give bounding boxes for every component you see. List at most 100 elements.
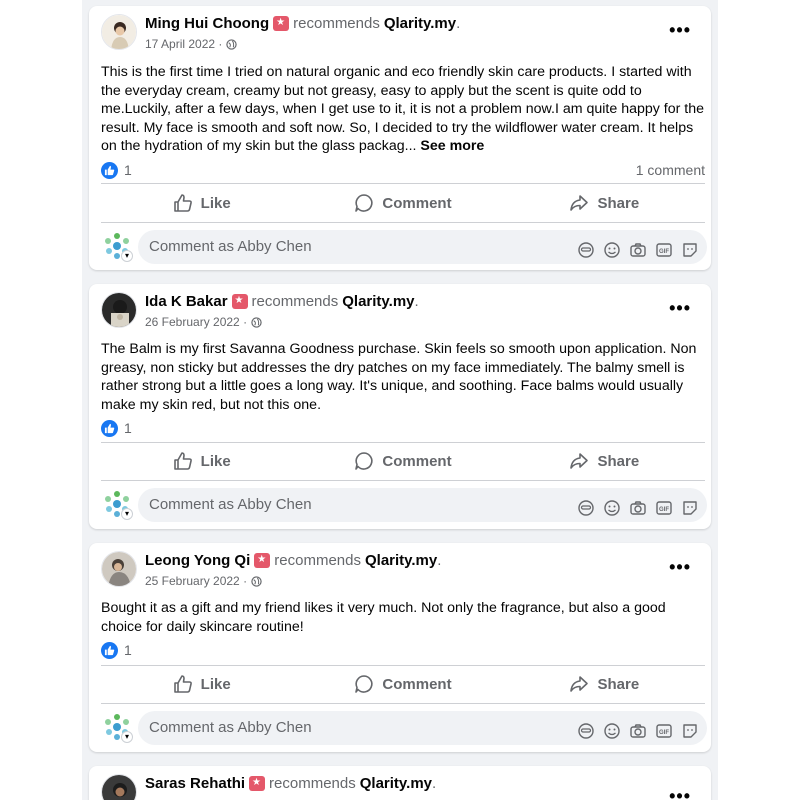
gif-icon[interactable]: GIF bbox=[655, 719, 673, 738]
post-text-content: This is the first time I tried on natura… bbox=[101, 64, 705, 154]
recommends-text: recommends bbox=[269, 775, 356, 792]
post-stats: 1 bbox=[101, 418, 705, 438]
comment-input[interactable]: Comment as Abby Chen GIF bbox=[138, 711, 707, 745]
comment-tools: GIF bbox=[577, 719, 699, 739]
post-date[interactable]: 26 February 2022 bbox=[145, 315, 240, 329]
avatar-sticker-icon[interactable] bbox=[577, 496, 595, 516]
avatar-sticker-icon[interactable] bbox=[577, 719, 595, 739]
divider bbox=[101, 480, 705, 481]
more-options-icon[interactable]: ••• bbox=[669, 20, 691, 41]
comment-tools: GIF bbox=[577, 496, 699, 516]
gif-icon[interactable]: GIF bbox=[655, 496, 673, 515]
post-header: Leong Yong Qi recommends Qlarity.my. 25 … bbox=[101, 551, 691, 593]
page-name[interactable]: Qlarity.my bbox=[360, 775, 432, 792]
camera-icon[interactable] bbox=[629, 719, 647, 738]
comment-icon bbox=[355, 194, 373, 212]
recommend-icon bbox=[231, 294, 248, 309]
like-button[interactable]: Like bbox=[101, 186, 302, 220]
more-options-icon[interactable]: ••• bbox=[669, 557, 691, 578]
recommends-text: recommends bbox=[274, 552, 361, 569]
like-reaction-icon bbox=[101, 161, 118, 179]
share-button[interactable]: Share bbox=[504, 444, 705, 478]
post-stats: 1 bbox=[101, 640, 705, 660]
emoji-icon[interactable] bbox=[603, 496, 621, 516]
gif-icon[interactable]: GIF bbox=[655, 238, 673, 257]
like-button[interactable]: Like bbox=[101, 667, 302, 701]
post-date[interactable]: 17 April 2022 bbox=[145, 37, 215, 51]
comment-icon bbox=[355, 452, 373, 470]
see-more-link[interactable]: See more bbox=[420, 138, 484, 154]
post-header: Ming Hui Choong recommends Qlarity.my. 1… bbox=[101, 14, 691, 56]
post-header: Saras Rehathi recommends Qlarity.my. ••• bbox=[101, 774, 691, 800]
author-name[interactable]: Leong Yong Qi bbox=[145, 552, 250, 569]
recommends-text: recommends bbox=[293, 15, 380, 32]
reaction-count[interactable]: 1 bbox=[101, 161, 132, 179]
sticker-icon[interactable] bbox=[681, 719, 699, 738]
author-line: Ming Hui Choong recommends Qlarity.my. bbox=[145, 15, 460, 32]
like-reaction-icon bbox=[101, 641, 118, 659]
divider bbox=[101, 183, 705, 184]
post-text: This is the first time I tried on natura… bbox=[101, 63, 707, 156]
page-name[interactable]: Qlarity.my bbox=[384, 15, 456, 32]
like-button[interactable]: Like bbox=[101, 444, 302, 478]
comment-label: Comment bbox=[382, 452, 452, 470]
share-button[interactable]: Share bbox=[504, 186, 705, 220]
comment-label: Comment bbox=[382, 194, 452, 212]
author-name[interactable]: Ming Hui Choong bbox=[145, 15, 269, 32]
globe-icon bbox=[251, 316, 262, 328]
more-options-icon[interactable]: ••• bbox=[669, 298, 691, 319]
divider bbox=[101, 222, 705, 223]
share-label: Share bbox=[597, 452, 640, 470]
globe-icon bbox=[226, 38, 238, 50]
comment-input[interactable]: Comment as Abby Chen GIF bbox=[138, 488, 707, 522]
sticker-icon[interactable] bbox=[681, 496, 699, 515]
post-text: Bought it as a gift and my friend likes … bbox=[101, 599, 707, 636]
reaction-count[interactable]: 1 bbox=[101, 419, 132, 437]
page-name[interactable]: Qlarity.my bbox=[365, 552, 437, 569]
author-name[interactable]: Ida K Bakar bbox=[145, 293, 228, 310]
svg-text:GIF: GIF bbox=[659, 730, 669, 736]
reaction-count[interactable]: 1 bbox=[101, 641, 132, 659]
post-card: Saras Rehathi recommends Qlarity.my. ••• bbox=[89, 766, 711, 800]
chevron-down-icon[interactable]: ▾ bbox=[121, 250, 133, 262]
like-count: 1 bbox=[124, 162, 132, 178]
post-actions: Like Comment Share bbox=[101, 444, 705, 478]
post-actions: Like Comment Share bbox=[101, 667, 705, 701]
comment-button[interactable]: Comment bbox=[302, 444, 503, 478]
camera-icon[interactable] bbox=[629, 496, 647, 515]
author-avatar[interactable] bbox=[101, 14, 137, 50]
author-avatar[interactable] bbox=[101, 774, 137, 800]
more-options-icon[interactable]: ••• bbox=[669, 786, 691, 800]
post-date[interactable]: 25 February 2022 bbox=[145, 574, 240, 588]
comment-count[interactable]: 1 comment bbox=[636, 162, 705, 178]
comment-button[interactable]: Comment bbox=[302, 667, 503, 701]
chevron-down-icon[interactable]: ▾ bbox=[121, 508, 133, 520]
share-icon bbox=[570, 195, 589, 211]
author-name[interactable]: Saras Rehathi bbox=[145, 775, 245, 792]
comment-placeholder: Comment as Abby Chen bbox=[149, 238, 312, 255]
post-card: Ida K Bakar recommends Qlarity.my. 26 Fe… bbox=[89, 284, 711, 529]
recommend-icon bbox=[254, 553, 271, 568]
sticker-icon[interactable] bbox=[681, 238, 699, 257]
share-button[interactable]: Share bbox=[504, 667, 705, 701]
author-avatar[interactable] bbox=[101, 292, 137, 328]
page-name[interactable]: Qlarity.my bbox=[342, 293, 414, 310]
comment-tools: GIF bbox=[577, 238, 699, 258]
share-icon bbox=[570, 676, 589, 692]
comment-button[interactable]: Comment bbox=[302, 186, 503, 220]
svg-text:GIF: GIF bbox=[659, 249, 669, 255]
share-label: Share bbox=[597, 675, 640, 693]
comment-input[interactable]: Comment as Abby Chen GIF bbox=[138, 230, 707, 264]
chevron-down-icon[interactable]: ▾ bbox=[121, 731, 133, 743]
divider bbox=[101, 442, 705, 443]
emoji-icon[interactable] bbox=[603, 719, 621, 739]
comment-bar: ▾ Comment as Abby Chen GIF bbox=[101, 711, 707, 745]
avatar-sticker-icon[interactable] bbox=[577, 238, 595, 258]
author-avatar[interactable] bbox=[101, 551, 137, 587]
news-feed: Ming Hui Choong recommends Qlarity.my. 1… bbox=[82, 0, 718, 800]
post-date-line: 25 February 2022 · bbox=[145, 574, 262, 588]
comment-placeholder: Comment as Abby Chen bbox=[149, 496, 312, 513]
emoji-icon[interactable] bbox=[603, 238, 621, 258]
share-label: Share bbox=[597, 194, 640, 212]
camera-icon[interactable] bbox=[629, 238, 647, 257]
